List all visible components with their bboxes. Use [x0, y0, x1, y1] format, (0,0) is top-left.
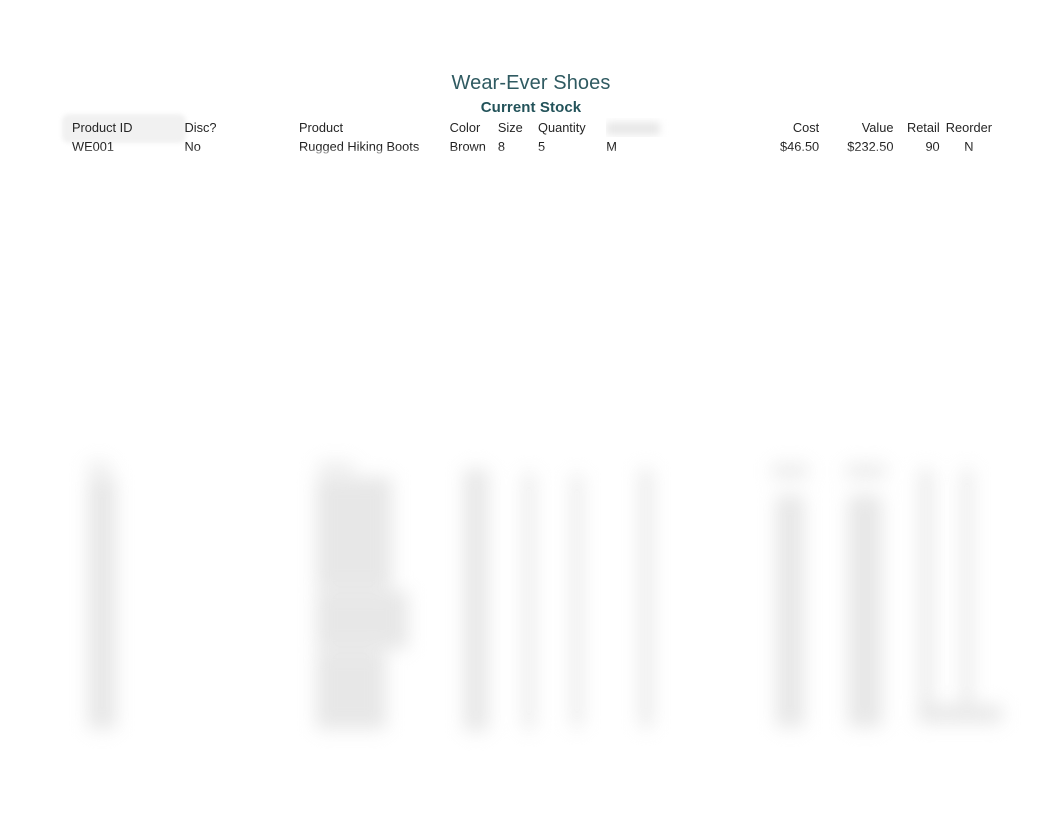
- obscured-block: [316, 477, 392, 589]
- column-header-quantity[interactable]: Quantity: [538, 118, 606, 137]
- column-header-product-id[interactable]: Product ID: [62, 118, 185, 137]
- obscured-block: [846, 465, 886, 477]
- column-header-retail[interactable]: Retail: [893, 118, 940, 137]
- column-header-obscured[interactable]: [606, 118, 747, 137]
- column-header-cost[interactable]: Cost: [747, 118, 819, 137]
- obscured-block: [316, 651, 386, 729]
- cell-cost: $46.50: [780, 139, 820, 154]
- obscured-block: [572, 475, 582, 727]
- obscured-block: [524, 473, 534, 729]
- obscured-block: [772, 465, 808, 477]
- obscured-block: [776, 495, 804, 727]
- cell-width: M: [606, 139, 617, 154]
- table-header-row: Product ID Disc? Product Color Size Quan…: [62, 118, 998, 137]
- obscured-block: [848, 495, 882, 727]
- obscured-block: [316, 591, 408, 649]
- obscured-block: [318, 463, 354, 472]
- table-header: Product ID Disc? Product Color Size Quan…: [62, 118, 998, 137]
- cell-color: Brown: [449, 139, 486, 154]
- obscured-table-body: [0, 455, 1062, 755]
- obscured-block: [640, 469, 652, 727]
- obscured-block: [962, 469, 972, 715]
- obscured-label-icon: [606, 122, 661, 136]
- obscured-block: [918, 705, 1002, 723]
- cell-retail: 90: [925, 139, 940, 154]
- column-header-size[interactable]: Size: [498, 118, 538, 137]
- column-header-color[interactable]: Color: [450, 118, 498, 137]
- cell-quantity: 5: [538, 139, 546, 154]
- obscured-block: [464, 469, 488, 731]
- cell-product-id: WE001: [72, 139, 114, 154]
- obscured-block: [920, 469, 932, 715]
- column-header-reorder[interactable]: Reorder: [940, 118, 998, 137]
- column-header-value[interactable]: Value: [819, 118, 894, 137]
- current-stock-table: Product ID Disc? Product Color Size Quan…: [62, 118, 998, 156]
- page-title: Wear-Ever Shoes: [451, 72, 611, 94]
- column-header-disc[interactable]: Disc?: [185, 118, 299, 137]
- report-header: Wear-Ever Shoes Current Stock: [0, 70, 1062, 118]
- cell-value: $232.50: [847, 139, 894, 154]
- cell-product: Rugged Hiking Boots: [299, 139, 420, 154]
- table-body: WE001 No Rugged Hiking Boots Brown 8 5 M…: [62, 137, 998, 156]
- column-header-product[interactable]: Product: [299, 118, 450, 137]
- obscured-block: [88, 463, 110, 472]
- cell-reorder: N: [964, 139, 974, 154]
- cell-size: 8: [497, 139, 505, 154]
- cell-disc: No: [184, 139, 201, 154]
- obscured-block: [88, 477, 116, 729]
- table-row[interactable]: WE001 No Rugged Hiking Boots Brown 8 5 M…: [62, 137, 998, 156]
